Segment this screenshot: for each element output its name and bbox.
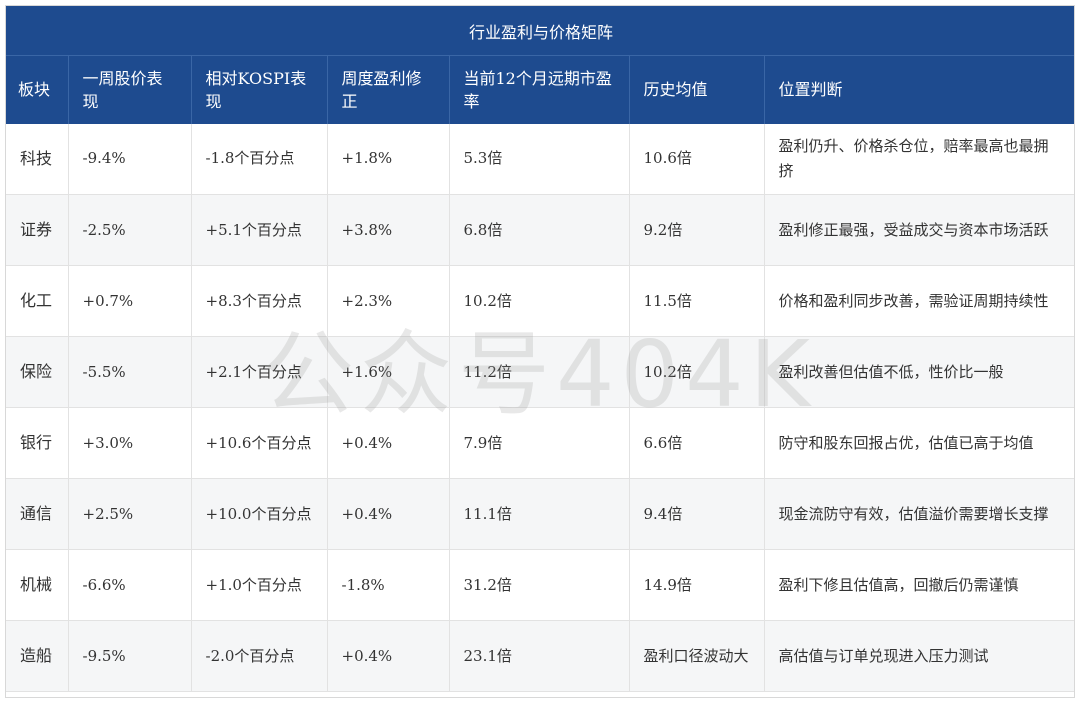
sector-cell: 通信 xyxy=(6,478,69,550)
historical-avg-cell: 盈利口径波动大 xyxy=(629,620,765,692)
weekly-return-cell: +0.7% xyxy=(68,265,192,337)
table-row: 化工 +0.7% +8.3个百分点 +2.3% 10.2倍 11.5倍 价格和盈… xyxy=(6,265,1074,337)
matrix-table: 行业盈利与价格矩阵 板块 一周股价表现 相对KOSPI表现 周度盈利修正 当前1… xyxy=(6,6,1074,692)
forward-pe-cell: 6.8倍 xyxy=(449,194,630,266)
position-view-cell: 价格和盈利同步改善，需验证周期持续性 xyxy=(764,265,1074,337)
weekly-return-cell: +2.5% xyxy=(68,478,192,550)
table-title: 行业盈利与价格矩阵 xyxy=(6,6,1074,56)
relative-kospi-cell: +8.3个百分点 xyxy=(191,265,328,337)
historical-avg-cell: 9.2倍 xyxy=(629,194,765,266)
table-row: 造船 -9.5% -2.0个百分点 +0.4% 23.1倍 盈利口径波动大 高估… xyxy=(6,620,1074,692)
sector-cell: 化工 xyxy=(6,265,69,337)
column-header-weekly-return: 一周股价表现 xyxy=(68,55,192,124)
forward-pe-cell: 5.3倍 xyxy=(449,123,630,195)
sector-cell: 科技 xyxy=(6,123,69,195)
forward-pe-cell: 11.2倍 xyxy=(449,336,630,408)
header-row: 板块 一周股价表现 相对KOSPI表现 周度盈利修正 当前12个月远期市盈率 历… xyxy=(6,55,1074,124)
forward-pe-cell: 31.2倍 xyxy=(449,549,630,621)
table-body: 科技 -9.4% -1.8个百分点 +1.8% 5.3倍 10.6倍 盈利仍升、… xyxy=(6,123,1074,692)
weekly-return-cell: -9.5% xyxy=(68,620,192,692)
forward-pe-cell: 11.1倍 xyxy=(449,478,630,550)
weekly-return-cell: -2.5% xyxy=(68,194,192,266)
forward-pe-cell: 23.1倍 xyxy=(449,620,630,692)
table-row: 保险 -5.5% +2.1个百分点 +1.6% 11.2倍 10.2倍 盈利改善… xyxy=(6,336,1074,408)
historical-avg-cell: 9.4倍 xyxy=(629,478,765,550)
position-view-cell: 盈利修正最强，受益成交与资本市场活跃 xyxy=(764,194,1074,266)
forward-pe-cell: 10.2倍 xyxy=(449,265,630,337)
sector-cell: 证券 xyxy=(6,194,69,266)
table-row: 证券 -2.5% +5.1个百分点 +3.8% 6.8倍 9.2倍 盈利修正最强… xyxy=(6,194,1074,266)
position-view-cell: 防守和股东回报占优，估值已高于均值 xyxy=(764,407,1074,479)
historical-avg-cell: 14.9倍 xyxy=(629,549,765,621)
eps-revision-cell: +0.4% xyxy=(327,407,450,479)
position-view-cell: 高估值与订单兑现进入压力测试 xyxy=(764,620,1074,692)
eps-revision-cell: +3.8% xyxy=(327,194,450,266)
position-view-cell: 盈利下修且估值高，回撤后仍需谨慎 xyxy=(764,549,1074,621)
relative-kospi-cell: +2.1个百分点 xyxy=(191,336,328,408)
table-row: 机械 -6.6% +1.0个百分点 -1.8% 31.2倍 14.9倍 盈利下修… xyxy=(6,549,1074,621)
sector-cell: 银行 xyxy=(6,407,69,479)
sector-cell: 机械 xyxy=(6,549,69,621)
relative-kospi-cell: +1.0个百分点 xyxy=(191,549,328,621)
eps-revision-cell: +0.4% xyxy=(327,478,450,550)
sector-cell: 造船 xyxy=(6,620,69,692)
relative-kospi-cell: +10.6个百分点 xyxy=(191,407,328,479)
weekly-return-cell: -6.6% xyxy=(68,549,192,621)
column-header-position-view: 位置判断 xyxy=(764,55,1074,124)
historical-avg-cell: 6.6倍 xyxy=(629,407,765,479)
table-row: 银行 +3.0% +10.6个百分点 +0.4% 7.9倍 6.6倍 防守和股东… xyxy=(6,407,1074,479)
column-header-sector: 板块 xyxy=(6,55,69,124)
relative-kospi-cell: +10.0个百分点 xyxy=(191,478,328,550)
column-header-historical-avg: 历史均值 xyxy=(629,55,765,124)
eps-revision-cell: +2.3% xyxy=(327,265,450,337)
position-view-cell: 盈利仍升、价格杀仓位，赔率最高也最拥挤 xyxy=(764,123,1074,195)
eps-revision-cell: +1.6% xyxy=(327,336,450,408)
column-header-forward-pe: 当前12个月远期市盈率 xyxy=(449,55,630,124)
weekly-return-cell: +3.0% xyxy=(68,407,192,479)
relative-kospi-cell: +5.1个百分点 xyxy=(191,194,328,266)
position-view-cell: 盈利改善但估值不低，性价比一般 xyxy=(764,336,1074,408)
eps-revision-cell: -1.8% xyxy=(327,549,450,621)
position-view-cell: 现金流防守有效，估值溢价需要增长支撑 xyxy=(764,478,1074,550)
weekly-return-cell: -5.5% xyxy=(68,336,192,408)
eps-revision-cell: +0.4% xyxy=(327,620,450,692)
eps-revision-cell: +1.8% xyxy=(327,123,450,195)
sector-matrix-table: 行业盈利与价格矩阵 板块 一周股价表现 相对KOSPI表现 周度盈利修正 当前1… xyxy=(5,5,1075,698)
column-header-eps-revision: 周度盈利修正 xyxy=(327,55,450,124)
weekly-return-cell: -9.4% xyxy=(68,123,192,195)
historical-avg-cell: 10.2倍 xyxy=(629,336,765,408)
relative-kospi-cell: -1.8个百分点 xyxy=(191,123,328,195)
table-row: 通信 +2.5% +10.0个百分点 +0.4% 11.1倍 9.4倍 现金流防… xyxy=(6,478,1074,550)
table-row: 科技 -9.4% -1.8个百分点 +1.8% 5.3倍 10.6倍 盈利仍升、… xyxy=(6,123,1074,195)
sector-cell: 保险 xyxy=(6,336,69,408)
historical-avg-cell: 11.5倍 xyxy=(629,265,765,337)
relative-kospi-cell: -2.0个百分点 xyxy=(191,620,328,692)
forward-pe-cell: 7.9倍 xyxy=(449,407,630,479)
column-header-relative-kospi: 相对KOSPI表现 xyxy=(191,55,328,124)
historical-avg-cell: 10.6倍 xyxy=(629,123,765,195)
title-row: 行业盈利与价格矩阵 xyxy=(6,6,1074,56)
